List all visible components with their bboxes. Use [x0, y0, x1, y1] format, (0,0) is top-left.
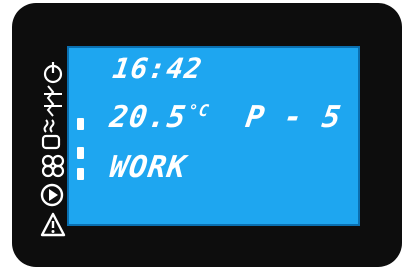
status-icon-column	[40, 58, 66, 268]
program-readout: P - 5	[243, 100, 344, 135]
mode-readout: WORK	[107, 150, 189, 185]
temperature-unit: °C	[186, 101, 211, 120]
lcd-screen	[67, 46, 360, 226]
clock-readout: 16:42	[110, 52, 205, 85]
temperature-value: 20.5	[107, 100, 189, 135]
fan-icon	[41, 154, 65, 178]
indicator-bar	[77, 147, 84, 159]
indicator-bar	[77, 168, 84, 180]
indicator-bar	[77, 118, 84, 130]
heat-element-icon	[44, 85, 62, 117]
warning-icon	[40, 212, 66, 237]
fan-heater-icon	[41, 119, 61, 150]
play-icon	[40, 183, 64, 207]
temperature-readout: 20.5°C	[108, 100, 211, 135]
